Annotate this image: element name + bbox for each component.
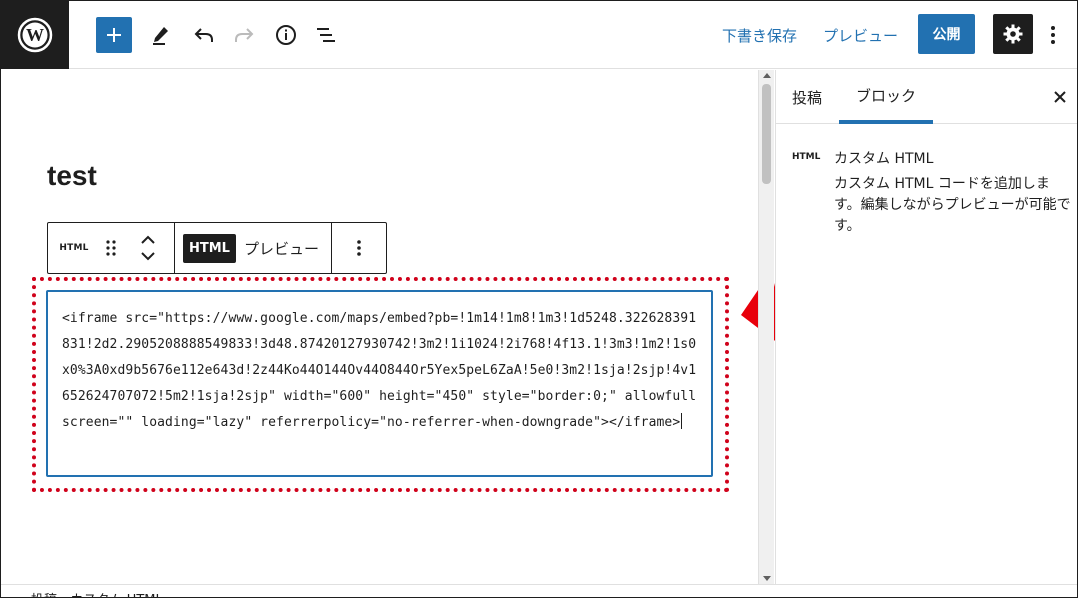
svg-text:W: W xyxy=(26,25,44,45)
details-button[interactable] xyxy=(268,17,304,53)
scroll-up-arrow-icon[interactable] xyxy=(763,73,771,78)
block-options-button[interactable] xyxy=(356,223,362,273)
preview-button[interactable]: プレビュー xyxy=(823,25,898,46)
list-view-icon xyxy=(317,28,335,42)
html-mode-tab[interactable]: HTML xyxy=(183,223,236,273)
preview-mode-tab[interactable]: プレビュー xyxy=(236,223,331,273)
block-card-title: カスタム HTML xyxy=(834,151,934,167)
html-mode-label: HTML xyxy=(183,233,236,263)
tab-post[interactable]: 投稿 xyxy=(776,70,838,124)
text-caret xyxy=(681,413,683,429)
block-switcher-group: HTML xyxy=(48,223,175,273)
drag-handle-icon xyxy=(106,240,116,256)
html-block-icon: HTML xyxy=(792,152,821,162)
scroll-down-arrow-icon[interactable] xyxy=(763,576,771,581)
settings-sidebar: 投稿 ブロック HTML カスタム HTML カスタム HTML コードを追加し… xyxy=(775,70,1077,584)
block-type-button[interactable]: HTML xyxy=(48,223,100,273)
undo-button[interactable] xyxy=(186,17,222,53)
info-icon xyxy=(276,25,296,45)
html-code-textarea[interactable]: <iframe src="https://www.google.com/maps… xyxy=(46,290,713,477)
gear-icon xyxy=(1003,24,1023,44)
editor-window: W 下書き保存 プレビュー 公開 test HTML HTML プレビュー <i… xyxy=(0,0,1078,598)
move-block-controls xyxy=(122,223,174,273)
wordpress-logo-icon: W xyxy=(17,17,53,53)
editor-canvas: test HTML HTML プレビュー <iframe src="https:… xyxy=(1,70,758,580)
redo-button[interactable] xyxy=(226,17,262,53)
settings-button[interactable] xyxy=(993,14,1033,54)
chevron-up-icon[interactable] xyxy=(140,235,156,245)
options-menu-button[interactable] xyxy=(1041,17,1065,53)
chevron-down-icon[interactable] xyxy=(140,251,156,261)
pencil-icon xyxy=(153,27,168,45)
html-code-content: <iframe src="https://www.google.com/maps… xyxy=(62,311,697,430)
sidebar-tabs: 投稿 ブロック xyxy=(776,70,1077,124)
wordpress-logo-button[interactable]: W xyxy=(1,1,69,69)
drag-handle[interactable] xyxy=(100,223,122,273)
more-vertical-icon xyxy=(357,240,361,256)
block-card-description: カスタム HTML コードを追加します。編集しながらプレビューが可能です。 xyxy=(834,176,1071,234)
editor-scrollbar[interactable] xyxy=(758,70,774,584)
mode-tabs-group: HTML プレビュー xyxy=(175,223,332,273)
redo-icon xyxy=(235,28,254,42)
list-view-button[interactable] xyxy=(308,17,344,53)
add-block-button[interactable] xyxy=(96,17,132,53)
close-sidebar-button[interactable] xyxy=(1048,85,1072,109)
close-icon xyxy=(1054,91,1066,103)
plus-icon xyxy=(107,28,121,42)
more-vertical-icon xyxy=(1051,26,1055,44)
post-title[interactable]: test xyxy=(47,160,97,192)
save-draft-button[interactable]: 下書き保存 xyxy=(722,25,797,46)
breadcrumb[interactable]: 投稿 › カスタム HTML xyxy=(31,589,163,597)
block-toolbar: HTML HTML プレビュー xyxy=(47,222,387,274)
breadcrumb-footer: 投稿 › カスタム HTML xyxy=(1,584,1077,597)
tools-button[interactable] xyxy=(143,17,179,53)
scroll-thumb[interactable] xyxy=(762,84,771,184)
top-toolbar: W 下書き保存 プレビュー 公開 xyxy=(1,1,1077,69)
tab-block[interactable]: ブロック xyxy=(839,70,933,124)
html-code-text: <iframe src="https://www.google.com/maps… xyxy=(62,306,697,436)
block-options-group xyxy=(332,223,386,273)
publish-button[interactable]: 公開 xyxy=(918,14,975,54)
undo-icon xyxy=(194,28,213,42)
block-type-label: HTML xyxy=(59,243,89,253)
